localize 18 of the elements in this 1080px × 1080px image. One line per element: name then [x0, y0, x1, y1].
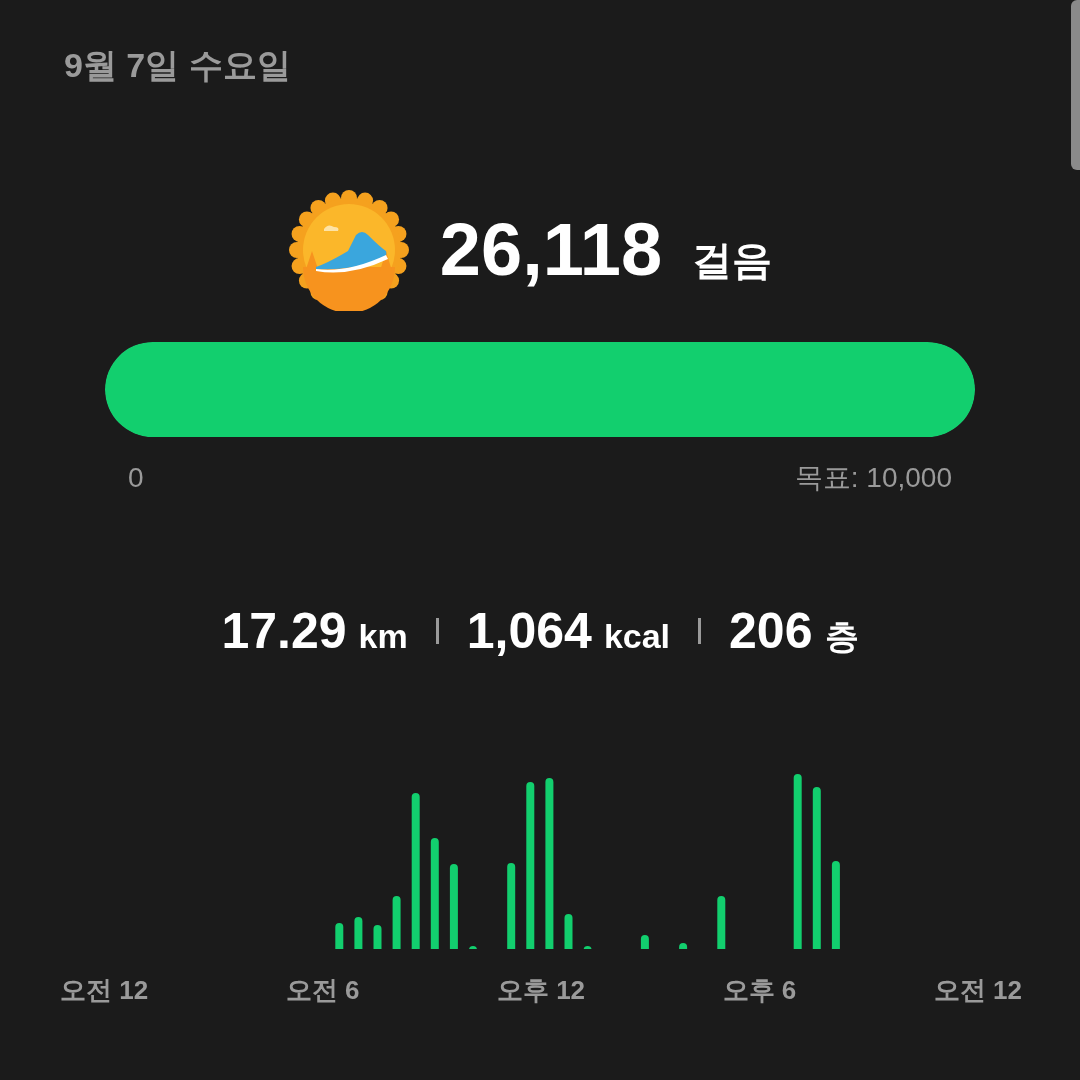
axis-label: 오전 12: [933, 974, 1022, 1007]
step-unit: 걸음: [692, 240, 773, 280]
progress-start-label: 0: [128, 461, 144, 493]
stat-unit: 층: [824, 619, 859, 653]
stat-value: 206: [729, 606, 813, 656]
shoe-badge-icon: [287, 189, 410, 311]
goal-label: 목표: 10,000: [794, 461, 952, 493]
axis-label: 오전 6: [285, 974, 360, 1007]
stat-unit: kcal: [603, 619, 671, 653]
scrollbar[interactable]: [1071, 0, 1080, 170]
axis-label: 오후 6: [722, 974, 797, 1007]
step-count: 26,118: [439, 213, 663, 287]
date-title: 9월 7일 수요일: [64, 46, 291, 84]
axis-label: 오전 12: [60, 974, 149, 1007]
stat-value: 1,064: [466, 606, 592, 656]
stat-unit: km: [358, 619, 408, 653]
axis-label: 오후 12: [496, 974, 586, 1007]
stat-value: 17.29: [221, 606, 347, 656]
